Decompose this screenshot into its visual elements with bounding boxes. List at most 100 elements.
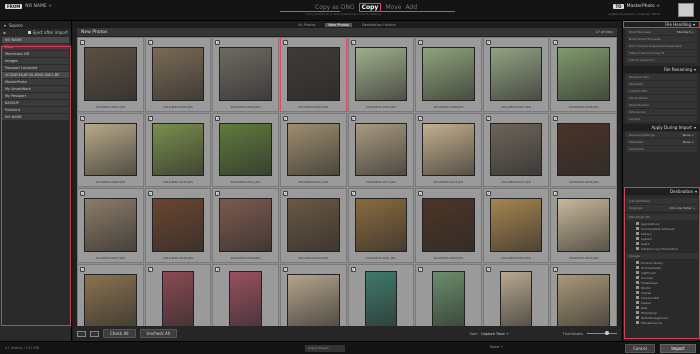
photo-cell[interactable]: ✓ 20120830-0004.JPG [279,37,347,112]
photo-checkbox[interactable]: ✓ [215,266,221,272]
photo-cell[interactable]: ✓ 20120830-0006.JPG [415,37,482,112]
photo-checkbox[interactable]: ✓ [418,266,424,272]
file-handling-option[interactable]: Build Smart Previews [626,36,697,42]
source-device-item[interactable]: BACKUP [2,100,69,106]
photo-checkbox[interactable]: ✓ [350,115,356,121]
volume-macintosh-hd[interactable]: Macintosh HD [626,214,698,220]
folder-item[interactable]: Miscellaneous [626,320,698,325]
photo-thumbnail[interactable] [151,198,205,252]
file-renaming-option[interactable]: Extensions [626,109,697,115]
photo-cell[interactable]: ✓ 20120830-0009.JPG [77,112,144,187]
mode-move[interactable]: Move [385,4,401,11]
file-renaming-option[interactable]: Template [626,81,697,87]
photo-cell[interactable]: ✓ 20120830-0015.JPG [482,112,550,187]
destination-name[interactable]: MasterPhoto ÷ [627,4,660,9]
photo-checkbox[interactable]: ✓ [282,40,288,45]
mode-copy-as-dng[interactable]: Copy as DNG [315,4,355,11]
photo-cell[interactable]: ✓ 20120830-0008.JPG [550,37,617,112]
source-selector[interactable]: FROM NO NAME ÷ [5,4,52,9]
photo-thumbnail[interactable] [84,122,137,176]
source-device-item[interactable]: PublicInt [2,107,69,113]
photo-checkbox[interactable]: ✓ [553,191,559,196]
photo-thumbnail[interactable] [432,270,465,329]
sort-value[interactable]: Capture Time ÷ [481,332,509,336]
photo-thumbnail[interactable] [161,270,195,329]
photo-checkbox[interactable]: ✓ [485,115,491,121]
photo-cell[interactable]: ✓ 20120830-0016.JPG [550,112,617,187]
source-device-item[interactable]: Files [2,44,69,50]
photo-checkbox[interactable]: ✓ [485,40,491,45]
photo-thumbnail[interactable] [286,122,340,176]
photo-checkbox[interactable]: ✓ [553,115,559,121]
photo-checkbox[interactable]: ✓ [282,191,288,196]
file-handling-header[interactable]: File Handling ▾ [623,21,700,28]
file-handling-option[interactable]: Don't Import Suspected Duplicates [626,43,697,49]
photo-thumbnail[interactable] [557,122,610,176]
photo-thumbnail[interactable] [84,273,137,327]
photo-checkbox[interactable]: ✓ [215,115,221,121]
photo-checkbox[interactable]: ✓ [80,191,85,196]
photo-thumbnail[interactable] [84,198,137,252]
photo-cell[interactable]: ✓ 20120830-0024.JPG [550,188,617,263]
photo-checkbox[interactable]: ✓ [418,191,424,196]
source-device-item[interactable]: My Passport [2,93,69,99]
photo-checkbox[interactable]: ✓ [350,191,356,196]
check-all-button[interactable]: Check All [103,329,136,338]
apply-option[interactable]: Keywords [626,146,697,152]
thumbnail-size-slider[interactable] [587,331,617,335]
photo-cell[interactable]: ✓ 20120830-0022.JPG [415,188,482,263]
destination-option-value[interactable]: Into one folder ÷ [670,206,695,210]
source-device-item[interactable]: NO NAME [2,37,69,43]
apply-option-value[interactable]: None ÷ [683,133,694,137]
photo-thumbnail[interactable] [286,273,340,327]
photo-thumbnail[interactable] [84,47,137,101]
import-button[interactable]: Import [660,344,696,353]
photo-thumbnail[interactable] [286,47,340,101]
source-device-item[interactable]: Images [2,58,69,64]
photo-thumbnail[interactable] [286,198,340,252]
destination-header[interactable]: Destination ▾ [623,188,700,195]
photo-checkbox[interactable]: ✓ [418,40,424,45]
slider-handle[interactable] [605,331,609,335]
photo-thumbnail[interactable] [557,198,610,252]
photo-checkbox[interactable]: ✓ [485,266,491,272]
filter-all-photos[interactable]: All Photos [298,23,315,27]
photo-thumbnail[interactable] [557,273,610,327]
eject-after-import-checkbox[interactable]: Eject after import [27,30,68,35]
source-panel-header[interactable]: ▾ Source [0,21,71,29]
loupe-view-icon[interactable] [90,330,99,337]
photo-thumbnail[interactable] [489,198,543,252]
file-handling-option[interactable]: Build Previews Standard ÷ [626,29,697,35]
mode-add[interactable]: Add [405,4,417,11]
apply-option[interactable]: Develop Settings None ÷ [626,132,697,138]
file-handling-option[interactable]: Make a Second Copy To [626,50,697,56]
photo-thumbnail[interactable] [354,47,408,101]
sort-control[interactable]: Sort: Capture Time ÷ [470,332,509,336]
photo-thumbnail[interactable] [499,270,533,329]
source-device-item[interactable]: MasterPhoto [2,79,69,85]
uncheck-all-button[interactable]: Uncheck All [139,329,177,338]
photo-checkbox[interactable]: ✓ [282,115,288,121]
photo-thumbnail[interactable] [422,198,475,252]
filter-new-photos[interactable]: New Photos [325,22,352,27]
photo-cell[interactable]: ✓ 20120830-0003.JPG [212,37,279,112]
photo-checkbox[interactable]: ✓ [80,115,85,121]
photo-checkbox[interactable]: ✓ [282,266,288,272]
file-renaming-option[interactable]: Shoot Name [626,95,697,101]
photo-cell[interactable]: ✓ 20120830-0020.JPG [279,188,347,263]
photo-checkbox[interactable]: ✓ [350,266,356,272]
source-device-item[interactable]: NO NAME [2,114,69,120]
photo-thumbnail[interactable] [422,122,475,176]
volume-images[interactable]: Images [626,253,698,259]
photo-cell[interactable]: ✓ 20120830-0011.JPG [212,112,279,187]
photo-checkbox[interactable]: ✓ [553,266,559,272]
photo-thumbnail[interactable] [354,122,408,176]
apply-option-value[interactable]: None ÷ [683,140,694,144]
destination-option[interactable]: Into Subfolder [626,198,698,204]
apply-option[interactable]: Metadata None ÷ [626,139,697,145]
destination-selector[interactable]: TO MasterPhoto ÷ [613,4,660,9]
photo-cell[interactable]: ✓ 20120830-0001.JPG [77,37,144,112]
file-renaming-option[interactable]: Custom Text [626,88,697,94]
source-device-item[interactable]: Macintosh HD [2,51,69,57]
photo-thumbnail[interactable] [151,122,205,176]
